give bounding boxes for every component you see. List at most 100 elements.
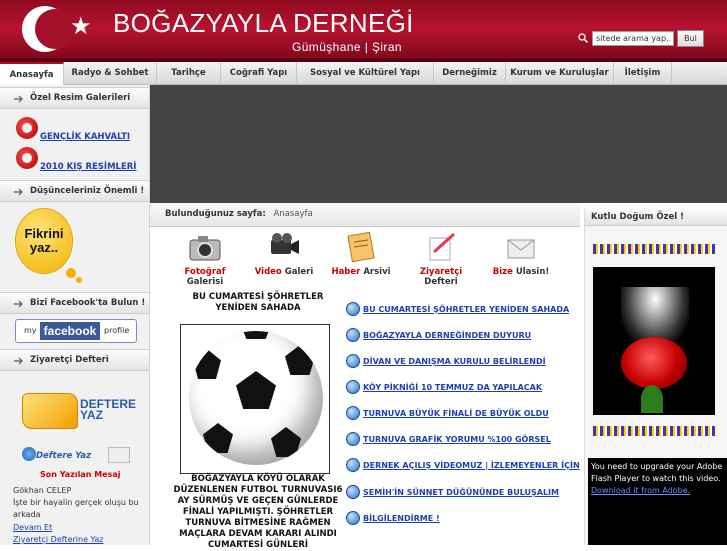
quick-link-rest: Galeri: [284, 267, 314, 277]
bubble-dot: [66, 268, 76, 278]
list-item[interactable]: TURNUVA GRAFİK YORUMU %100 GÖRSEL: [346, 432, 581, 448]
crescent-cut: [35, 9, 75, 49]
facebook-my-text: my: [24, 326, 37, 335]
search-icon: [578, 33, 588, 43]
leaf-icon: [641, 385, 663, 413]
news-link[interactable]: TURNUVA BÜYÜK FİNALİ DE BÜYÜK OLDU: [363, 409, 549, 418]
swirl-icon: [16, 147, 38, 169]
news-link[interactable]: KÖY PİKNİĞİ 10 TEMMUZ DA YAPILACAK: [363, 383, 542, 392]
book-icon: [22, 393, 78, 429]
read-more-link[interactable]: Devam Et: [13, 523, 52, 532]
opinions-title-text: Düşünceleriniz Önemli !: [30, 186, 145, 196]
news-link[interactable]: DİVAN VE DANIŞMA KURULU BELİRLENDİ: [363, 357, 546, 366]
quick-link-video-label: Video Galeri: [249, 267, 319, 277]
gallery-link-kis[interactable]: 2010 KIŞ RESİMLERİ: [40, 162, 136, 172]
bubble-dot: [76, 277, 82, 283]
list-item[interactable]: SEMİH'İN SÜNNET DÜĞÜNÜNDE BULUŞALIM: [346, 485, 581, 501]
globe-icon: [346, 511, 360, 525]
news-link[interactable]: TURNUVA GRAFİK YORUMU %100 GÖRSEL: [363, 435, 551, 444]
list-item[interactable]: BU CUMARTESİ ŞÖHRETLER YENİDEN SAHADA: [346, 302, 581, 318]
list-item[interactable]: DERNEK AÇILIŞ VİDEOMUZ | İZLEMEYENLER İÇ…: [346, 458, 581, 474]
flash-message: You need to upgrade your Adobe Flash Pla…: [591, 462, 723, 483]
globe-icon: [346, 485, 360, 499]
quick-link-photo[interactable]: Fotoğraf Galerisi: [170, 232, 240, 287]
flash-player-placeholder: You need to upgrade your Adobe Flash Pla…: [588, 458, 727, 545]
quick-link-video[interactable]: Video Galeri: [249, 232, 319, 282]
quick-link-news[interactable]: Haber Arsivi: [326, 232, 396, 282]
nav-item-dernegimiz[interactable]: Derneğimiz: [434, 62, 506, 85]
quick-link-photo-label: Fotoğraf Galerisi: [170, 267, 240, 287]
quick-link-strong: Ziyaretçi: [419, 267, 463, 277]
featured-body: BOĞAZYAYLA KÖYÜ OLARAK DÜZENLENEN FUTBOL…: [173, 474, 343, 550]
nav-item-cografi[interactable]: Coğrafi Yapı: [221, 62, 297, 85]
video-camera-icon: [271, 233, 299, 254]
quick-link-strong: Bize: [492, 267, 513, 277]
quick-link-strong: Video: [254, 267, 282, 277]
list-item[interactable]: BİLGİLENDİRME !: [346, 511, 581, 527]
facebook-title-text: Bizi Facebook'ta Bulun !: [30, 298, 146, 308]
search-button[interactable]: Bul: [677, 30, 704, 47]
breadcrumb-label: Bulunduğunuz sayfa:: [165, 209, 266, 219]
nav-item-kurum[interactable]: Kurum ve Kuruluşlar: [506, 62, 614, 85]
galleries-title-text: Özel Resim Galerileri: [30, 93, 131, 103]
facebook-badge[interactable]: my facebook profile: [15, 319, 137, 343]
globe-icon: [346, 328, 360, 342]
nav-item-radyo[interactable]: Radyo & Sohbet: [64, 62, 157, 85]
list-item[interactable]: TURNUVA BÜYÜK FİNALİ DE BÜYÜK OLDU: [346, 406, 581, 422]
site-header: ★ BOĞAZYAYLA DERNEĞİ Gümüşhane | Şiran B…: [0, 0, 727, 62]
list-item[interactable]: DİVAN VE DANIŞMA KURULU BELİRLENDİ: [346, 354, 581, 370]
arrow-icon: [14, 188, 23, 196]
globe-icon: [346, 406, 360, 420]
latest-author: Gökhan CELEP: [13, 486, 72, 495]
kutlu-dogum-image: [593, 267, 715, 415]
write-guestbook-small[interactable]: Deftere Yaz: [36, 451, 91, 461]
quick-link-contact[interactable]: Bize Ulasin!: [486, 232, 556, 282]
breadcrumb-value[interactable]: Anasayfa: [273, 209, 312, 219]
featured-title[interactable]: BU CUMARTESİ ŞÖHRETLER YENİDEN SAHADA: [170, 292, 346, 314]
news-link[interactable]: SEMİH'İN SÜNNET DÜĞÜNÜNDE BULUŞALIM: [363, 488, 559, 497]
latest-text-2: arkada: [13, 510, 41, 519]
nav-item-iletisim[interactable]: İletişim: [614, 62, 672, 85]
swirl-icon: [16, 117, 38, 139]
decorative-strip: [593, 426, 715, 436]
nav-item-sosyal[interactable]: Sosyal ve Kültürel Yapı: [297, 62, 434, 85]
news-link[interactable]: BİLGİLENDİRME !: [363, 514, 440, 523]
nav-item-anasayfa[interactable]: Anasayfa: [0, 62, 64, 85]
guestbook-badge[interactable]: DEFTERE YAZ: [22, 389, 140, 431]
arrow-icon: [14, 95, 23, 103]
decorative-strip: [593, 244, 715, 254]
news-link[interactable]: BOĞAZYAYLA DERNEĞİNDEN DUYURU: [363, 331, 531, 340]
galleries-title: Özel Resim Galerileri: [0, 87, 149, 109]
latest-message-label: Son Yazılan Mesaj: [40, 470, 121, 479]
camera-icon: [189, 236, 221, 261]
globe-icon: [346, 302, 360, 316]
quick-link-contact-label: Bize Ulasin!: [486, 267, 556, 277]
news-link[interactable]: DERNEK AÇILIŞ VİDEOMUZ | İZLEMEYENLER İÇ…: [363, 461, 580, 470]
quick-link-rest: Ulasin!: [515, 267, 550, 277]
right-title: Kutlu Doğum Özel !: [585, 208, 727, 226]
news-link[interactable]: BU CUMARTESİ ŞÖHRETLER YENİDEN SAHADA: [363, 305, 569, 314]
quick-link-rest: Defteri: [424, 277, 458, 287]
rose-icon: [621, 337, 687, 389]
guestbook-badge-text: DEFTERE YAZ: [80, 397, 137, 422]
thought-bubble-text[interactable]: Fikrini yaz..: [16, 227, 72, 255]
quick-link-guestbook[interactable]: Ziyaretçi Defteri: [406, 232, 476, 287]
globe-icon: [346, 354, 360, 368]
globe-icon: [346, 380, 360, 394]
list-item[interactable]: KÖY PİKNİĞİ 10 TEMMUZ DA YAPILACAK: [346, 380, 581, 396]
gallery-link-genclik[interactable]: GENÇLİK KAHVALTI: [40, 132, 130, 142]
guestbook-title: Ziyaretçi Defteri: [0, 349, 149, 371]
site-title: BOĞAZYAYLA DERNEĞİ: [113, 8, 414, 38]
quick-link-guestbook-label: Ziyaretçi Defteri: [406, 267, 476, 287]
list-item[interactable]: BOĞAZYAYLA DERNEĞİNDEN DUYURU: [346, 328, 581, 344]
nav-item-tarihce[interactable]: Tarihçe: [157, 62, 221, 85]
flash-download-link[interactable]: Download it from Adobe.: [591, 486, 690, 495]
guestbook-title-text: Ziyaretçi Defteri: [30, 355, 109, 365]
breadcrumb: Bulunduğunuz sayfa: Anasayfa: [150, 203, 580, 227]
search-input[interactable]: [592, 31, 674, 46]
site-subtitle: Gümüşhane | Şiran: [292, 40, 402, 54]
news-archive-icon: [347, 232, 375, 262]
soccer-ball-icon: [189, 331, 323, 465]
featured-image[interactable]: [180, 324, 330, 474]
write-guestbook-link[interactable]: Ziyaretçi Defterine Yaz: [13, 535, 103, 544]
